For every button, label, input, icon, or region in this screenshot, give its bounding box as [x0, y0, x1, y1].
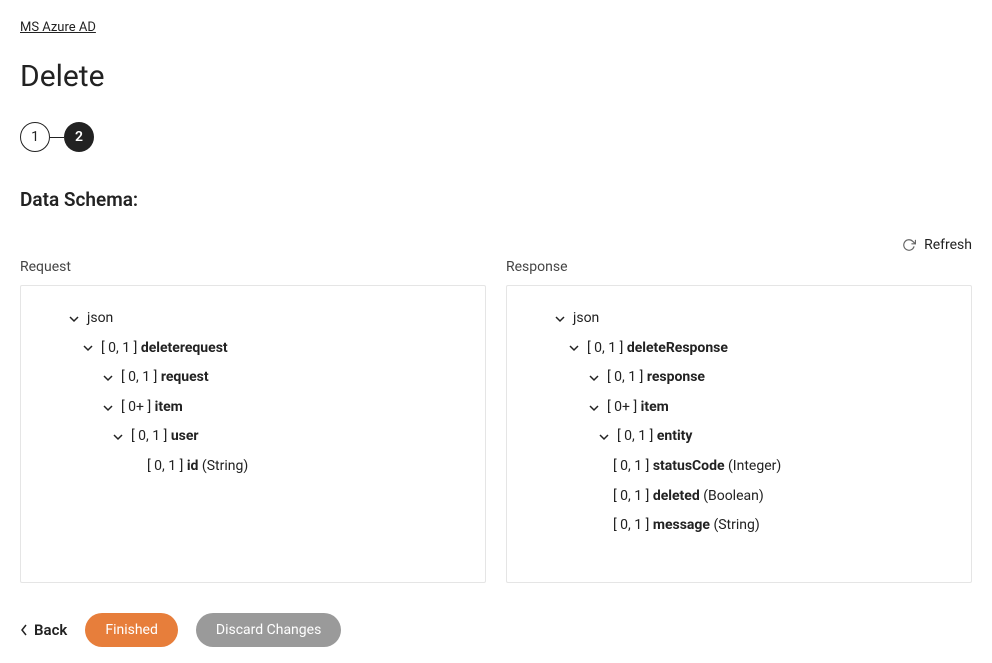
chevron-down-icon[interactable]: [587, 373, 601, 383]
tree-node-entity[interactable]: [ 0, 1 ] entity: [523, 422, 955, 452]
chevron-down-icon[interactable]: [567, 343, 581, 353]
cardinality: [ 0, 1 ]: [607, 368, 643, 388]
back-button[interactable]: Back: [20, 621, 67, 639]
node-name: message: [653, 516, 710, 536]
node-name: request: [161, 368, 209, 388]
cardinality: [ 0, 1 ]: [131, 427, 167, 447]
node-type: (Integer): [728, 457, 781, 477]
step-1[interactable]: 1: [20, 122, 50, 152]
tree-json-root[interactable]: json: [523, 304, 955, 334]
refresh-label: Refresh: [924, 237, 972, 253]
stepper: 1 2: [20, 122, 972, 152]
chevron-down-icon[interactable]: [111, 432, 125, 442]
breadcrumb-link[interactable]: MS Azure AD: [20, 20, 96, 35]
refresh-button[interactable]: Refresh: [20, 237, 972, 253]
refresh-icon: [902, 238, 916, 252]
section-title: Data Schema:: [20, 188, 972, 211]
request-panel: json [ 0, 1 ] deleterequest [ 0, 1 ] req…: [20, 285, 486, 583]
chevron-down-icon[interactable]: [101, 403, 115, 413]
node-name: id: [187, 457, 199, 477]
tree-leaf-message[interactable]: [ 0, 1 ] message (String): [523, 511, 955, 541]
response-panel: json [ 0, 1 ] deleteResponse [ 0, 1 ] re…: [506, 285, 972, 583]
tree-json-root[interactable]: json: [37, 304, 469, 334]
tree-leaf-deleted[interactable]: [ 0, 1 ] deleted (Boolean): [523, 482, 955, 512]
node-name: response: [647, 368, 705, 388]
tree-node-response[interactable]: [ 0, 1 ] response: [523, 363, 955, 393]
chevron-down-icon[interactable]: [81, 343, 95, 353]
node-type: (String): [202, 457, 248, 477]
chevron-down-icon[interactable]: [67, 314, 81, 324]
tree-node-request[interactable]: [ 0, 1 ] request: [37, 363, 469, 393]
chevron-left-icon: [20, 624, 28, 636]
node-name: deleterequest: [141, 339, 228, 359]
cardinality: [ 0, 1 ]: [147, 457, 183, 477]
step-2[interactable]: 2: [64, 122, 94, 152]
chevron-down-icon[interactable]: [597, 432, 611, 442]
cardinality: [ 0, 1 ]: [101, 339, 137, 359]
cardinality: [ 0+ ]: [607, 398, 637, 418]
tree-leaf-id[interactable]: [ 0, 1 ] id (String): [37, 452, 469, 482]
cardinality: [ 0, 1 ]: [121, 368, 157, 388]
chevron-down-icon[interactable]: [587, 403, 601, 413]
chevron-down-icon[interactable]: [553, 314, 567, 324]
tree-node-label: json: [573, 309, 599, 329]
tree-node-user[interactable]: [ 0, 1 ] user: [37, 422, 469, 452]
cardinality: [ 0, 1 ]: [613, 516, 649, 536]
page-title: Delete: [20, 59, 972, 94]
node-name: deleteResponse: [627, 339, 728, 359]
cardinality: [ 0, 1 ]: [587, 339, 623, 359]
tree-node-deleterequest[interactable]: [ 0, 1 ] deleterequest: [37, 334, 469, 364]
tree-leaf-statuscode[interactable]: [ 0, 1 ] statusCode (Integer): [523, 452, 955, 482]
response-label: Response: [506, 259, 972, 275]
step-connector: [50, 137, 64, 138]
cardinality: [ 0, 1 ]: [613, 487, 649, 507]
node-type: (String): [713, 516, 759, 536]
tree-node-deleteresponse[interactable]: [ 0, 1 ] deleteResponse: [523, 334, 955, 364]
node-type: (Boolean): [703, 487, 764, 507]
chevron-down-icon[interactable]: [101, 373, 115, 383]
node-name: user: [171, 427, 199, 447]
request-label: Request: [20, 259, 486, 275]
node-name: item: [641, 398, 669, 418]
node-name: deleted: [653, 487, 700, 507]
cardinality: [ 0+ ]: [121, 398, 151, 418]
discard-changes-button[interactable]: Discard Changes: [196, 613, 341, 647]
node-name: statusCode: [653, 457, 725, 477]
tree-node-item[interactable]: [ 0+ ] item: [523, 393, 955, 423]
node-name: entity: [657, 427, 693, 447]
tree-node-label: json: [87, 309, 113, 329]
cardinality: [ 0, 1 ]: [617, 427, 653, 447]
node-name: item: [155, 398, 183, 418]
cardinality: [ 0, 1 ]: [613, 457, 649, 477]
back-label: Back: [34, 621, 67, 639]
tree-node-item[interactable]: [ 0+ ] item: [37, 393, 469, 423]
finished-button[interactable]: Finished: [85, 613, 178, 647]
